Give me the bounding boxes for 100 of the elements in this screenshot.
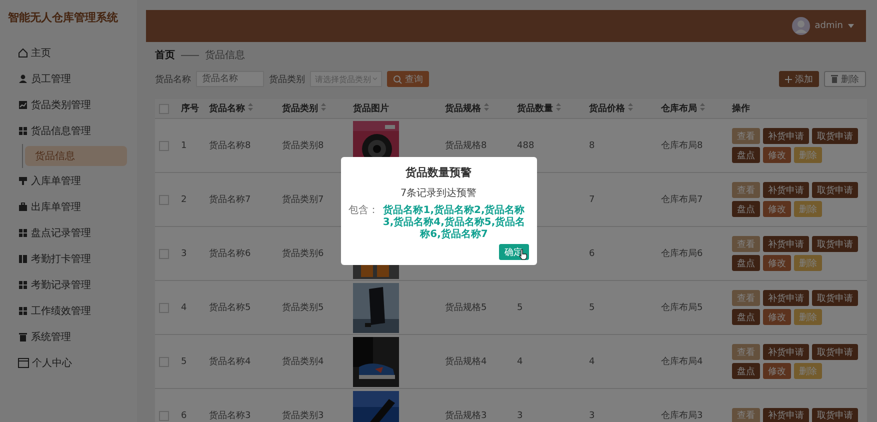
column-header: 货品图片 [353, 104, 389, 114]
action-button[interactable]: 取货申请 [812, 182, 858, 198]
add-button[interactable]: 添加 [779, 71, 819, 87]
action-button[interactable]: 修改 [763, 363, 791, 379]
trash-icon [18, 332, 28, 342]
nav-item[interactable]: 主页 [18, 40, 137, 66]
action-button[interactable]: 查看 [732, 290, 760, 306]
row-checkbox[interactable] [159, 302, 169, 312]
delete-button[interactable]: 删除 [824, 71, 866, 87]
table-cell: 3 [181, 248, 187, 258]
grid-icon [18, 228, 28, 238]
action-button[interactable]: 修改 [763, 201, 791, 217]
breadcrumb-current: 货品信息 [205, 48, 245, 62]
trash-icon [831, 75, 838, 83]
user-menu[interactable]: admin [814, 21, 843, 31]
action-button[interactable]: 补货申请 [763, 236, 809, 252]
window-icon [18, 358, 29, 368]
action-button[interactable]: 查看 [732, 236, 760, 252]
table-cell: 货品名称8 [209, 141, 251, 151]
action-button[interactable]: 查看 [732, 128, 760, 144]
action-button[interactable]: 补货申请 [763, 344, 809, 360]
action-button[interactable]: 取货申请 [812, 236, 858, 252]
table-cell: 货品规格3 [445, 411, 487, 421]
action-button[interactable]: 盘点 [732, 363, 760, 379]
action-button[interactable]: 盘点 [732, 255, 760, 271]
table-cell: 货品名称7 [209, 195, 251, 205]
nav-subitem[interactable]: 货品信息 [25, 146, 127, 166]
table-cell: 5 [589, 302, 595, 312]
nav-item[interactable]: 货品信息管理 [18, 118, 137, 144]
action-button[interactable]: 查看 [732, 408, 760, 422]
breadcrumb-link[interactable]: 首页 [155, 48, 175, 62]
briefcase-icon [18, 202, 28, 212]
home-icon [18, 48, 28, 58]
table-cell: 仓库布局4 [661, 357, 703, 367]
caret-icon[interactable] [848, 24, 854, 28]
table-cell: 货品类别8 [282, 141, 324, 151]
table-cell: 4 [517, 356, 523, 366]
nav-item[interactable]: 货品类别管理 [18, 92, 137, 118]
app-title: 智能无人仓库管理系统 [7, 10, 119, 26]
book-icon [18, 254, 28, 264]
column-header: 序号 [181, 104, 199, 114]
nav-item[interactable]: 员工管理 [18, 66, 137, 92]
action-button[interactable]: 取货申请 [812, 290, 858, 306]
nav-item[interactable]: 考勤打卡管理 [18, 246, 137, 272]
action-button[interactable]: 补货申请 [763, 128, 809, 144]
sort-icon [484, 103, 490, 111]
grid-icon [18, 126, 28, 136]
nav-item[interactable]: 工作绩效管理 [18, 298, 137, 324]
query-button[interactable]: 查询 [387, 71, 429, 87]
table-cell: 仓库布局3 [661, 411, 703, 421]
action-button[interactable]: 补货申请 [763, 182, 809, 198]
nav-item[interactable]: 出库单管理 [18, 194, 137, 220]
nav-item[interactable]: 盘点记录管理 [18, 220, 137, 246]
table-cell: 4 [589, 356, 595, 366]
chart-icon [18, 100, 28, 110]
action-button[interactable]: 盘点 [732, 309, 760, 325]
action-button[interactable]: 盘点 [732, 201, 760, 217]
action-button[interactable]: 修改 [763, 147, 791, 163]
sort-icon [628, 103, 634, 111]
nav-item[interactable]: 个人中心 [18, 350, 137, 376]
column-header: 操作 [732, 104, 750, 114]
action-button[interactable]: 补货申请 [763, 290, 809, 306]
table-cell: 7 [589, 194, 595, 204]
row-checkbox[interactable] [159, 356, 169, 366]
table-cell: 仓库布局6 [661, 249, 703, 259]
table-cell: 货品规格4 [445, 357, 487, 367]
table-cell: 5 [517, 302, 523, 312]
row-checkbox[interactable] [159, 410, 169, 420]
action-button[interactable]: 查看 [732, 182, 760, 198]
table-cell: 货品规格8 [445, 141, 487, 151]
table-cell: 2 [181, 194, 187, 204]
table-cell: 仓库布局8 [661, 141, 703, 151]
table-cell: 货品名称3 [209, 411, 251, 421]
nav-item[interactable]: 入库单管理 [18, 168, 137, 194]
name-search-field[interactable]: 货品名称 [196, 71, 264, 87]
action-button[interactable]: 修改 [763, 255, 791, 271]
table-cell: 8 [589, 140, 595, 150]
table-cell: 货品类别6 [282, 249, 324, 259]
row-checkbox[interactable] [159, 248, 169, 258]
action-button[interactable]: 盘点 [732, 147, 760, 163]
row-checkbox[interactable] [159, 140, 169, 150]
table-cell: 3 [589, 410, 595, 420]
select-all-checkbox[interactable] [159, 104, 169, 114]
action-button[interactable]: 取货申请 [812, 344, 858, 360]
action-button[interactable]: 查看 [732, 344, 760, 360]
table-cell: 货品类别5 [282, 303, 324, 313]
table-cell: 仓库布局7 [661, 195, 703, 205]
field-label: 货品名称 [155, 74, 191, 86]
action-button[interactable]: 取货申请 [812, 408, 858, 422]
table-cell: 4 [181, 302, 187, 312]
action-button[interactable]: 取货申请 [812, 128, 858, 144]
nav-item[interactable]: 系统管理 [18, 324, 137, 350]
action-button[interactable]: 补货申请 [763, 408, 809, 422]
action-button[interactable]: 修改 [763, 309, 791, 325]
table-cell: 1 [181, 140, 187, 150]
nav-item[interactable]: 考勤记录管理 [18, 272, 137, 298]
row-checkbox[interactable] [159, 194, 169, 204]
plus-icon [785, 76, 792, 82]
table-cell: 货品类别7 [282, 195, 324, 205]
grid-icon [18, 306, 28, 316]
